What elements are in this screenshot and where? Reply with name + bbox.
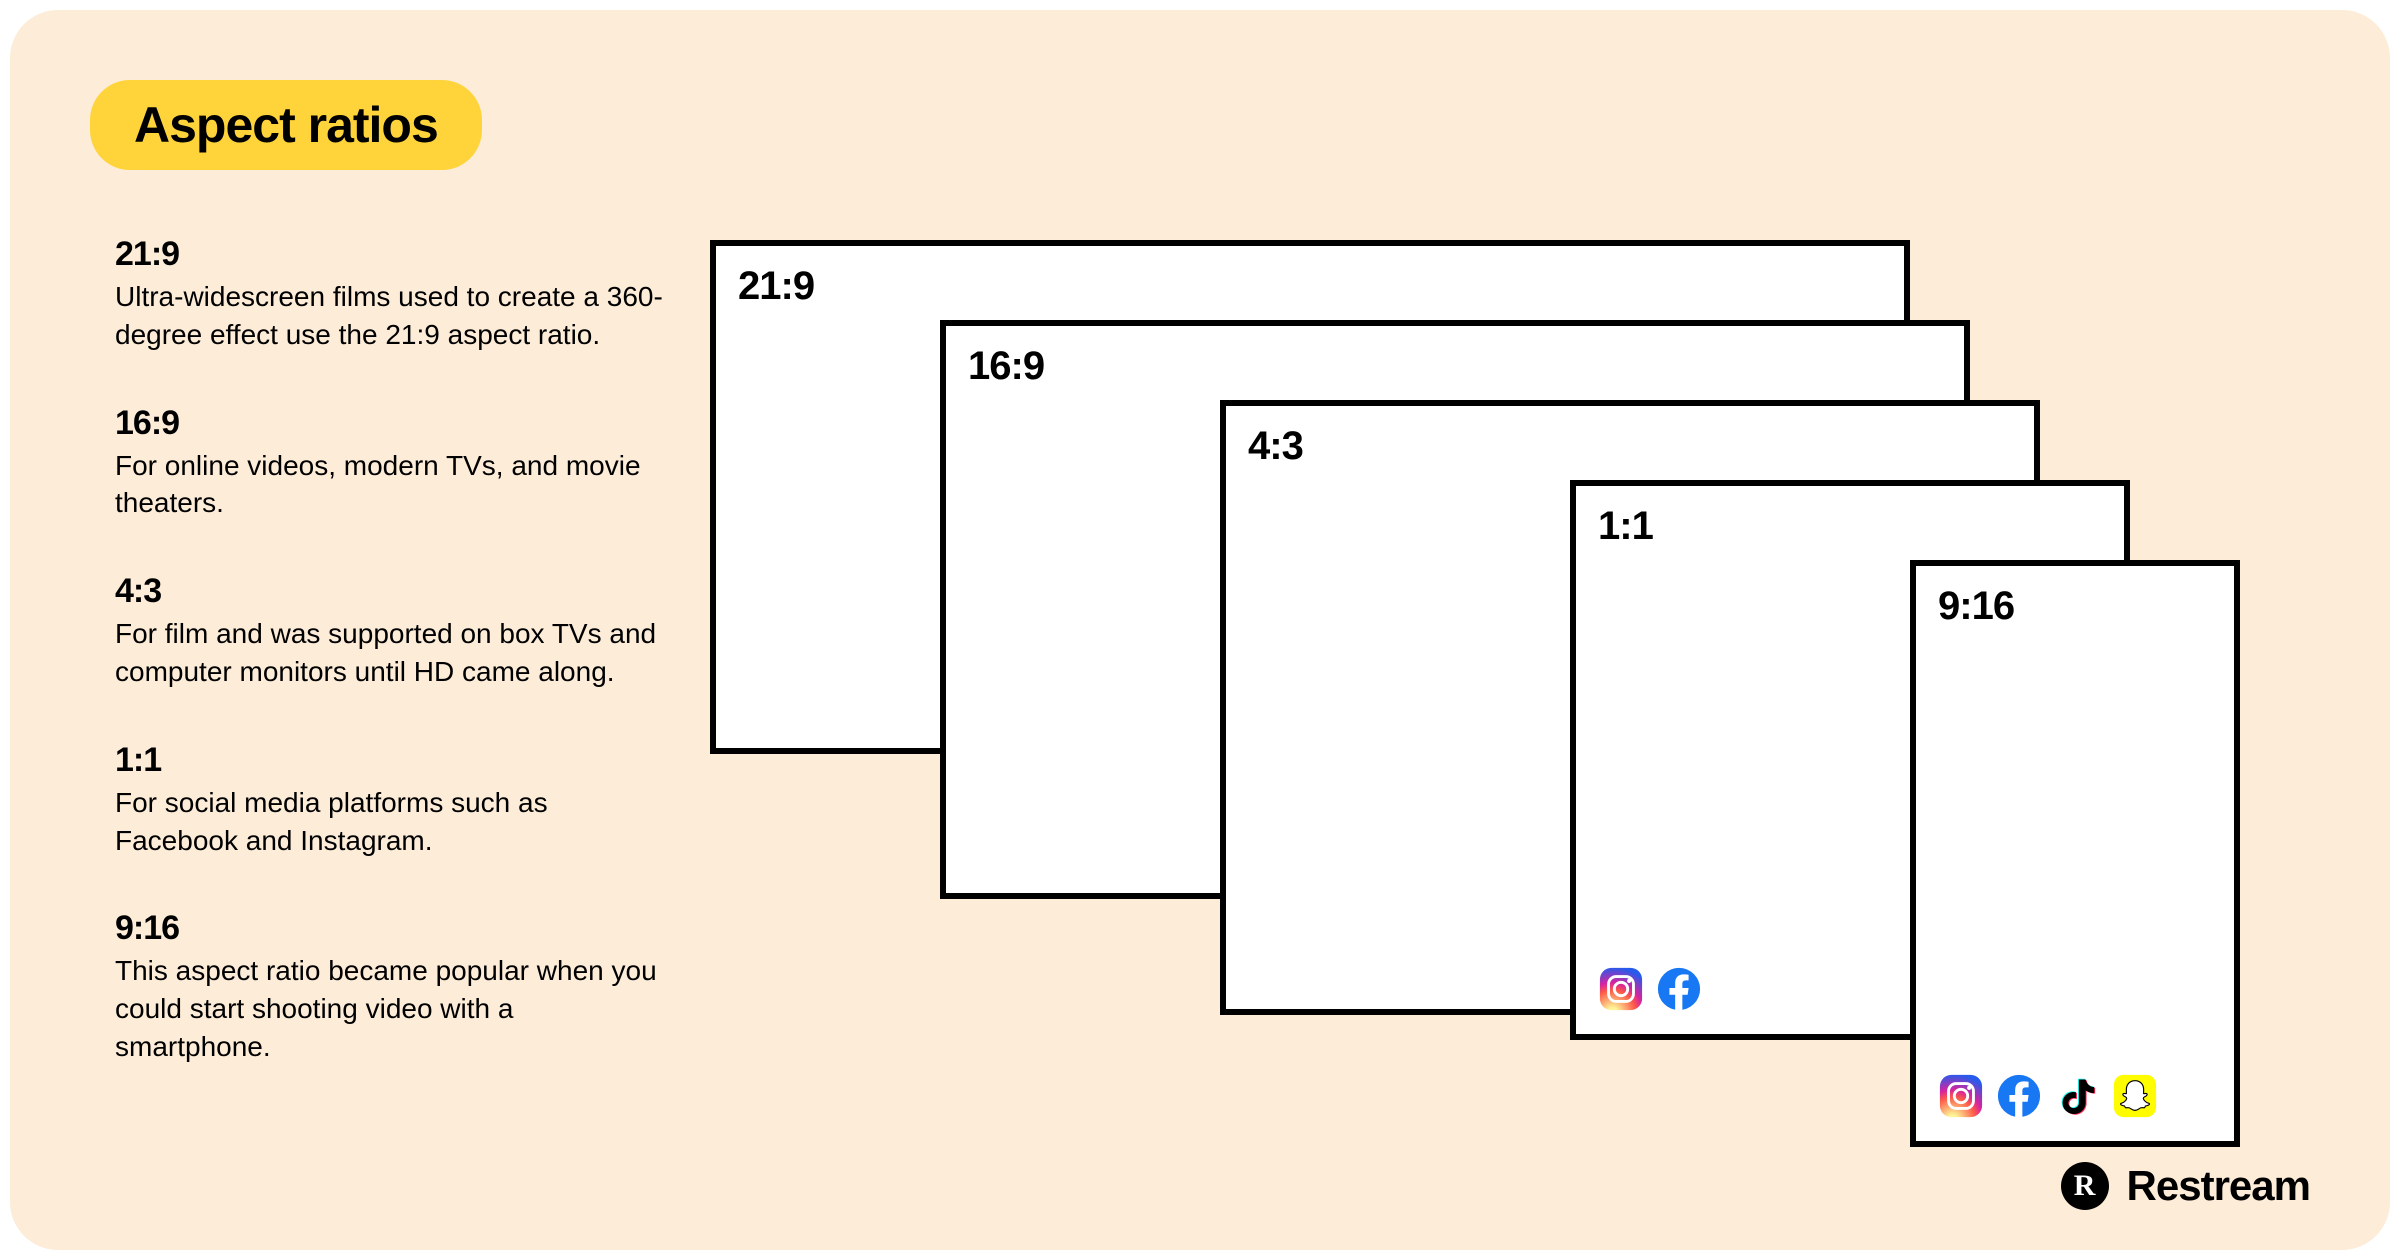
brand-badge-icon: R [2061,1162,2109,1210]
icon-row-9-16 [1938,1073,2158,1119]
desc-heading: 9:16 [115,909,675,948]
ratio-label: 1:1 [1598,504,1653,549]
ratio-box-9-16: 9:16 [1910,560,2240,1147]
facebook-icon [1996,1073,2042,1119]
tiktok-icon [2054,1073,2100,1119]
desc-body: For film and was supported on box TVs an… [115,615,675,691]
page-title: Aspect ratios [90,80,482,170]
desc-heading: 4:3 [115,572,675,611]
snapchat-icon [2112,1073,2158,1119]
desc-4-3: 4:3 For film and was supported on box TV… [115,572,675,691]
desc-body: This aspect ratio became popular when yo… [115,952,675,1065]
desc-heading: 1:1 [115,741,675,780]
desc-16-9: 16:9 For online videos, modern TVs, and … [115,404,675,523]
facebook-icon [1656,966,1702,1012]
ratio-boxes-stage: 21:9 16:9 4:3 1:1 9:16 [710,240,2310,1140]
desc-9-16: 9:16 This aspect ratio became popular wh… [115,909,675,1065]
desc-heading: 16:9 [115,404,675,443]
brand-logo: R Restream [2061,1162,2310,1210]
desc-body: For social media platforms such as Faceb… [115,784,675,860]
diagram-canvas: Aspect ratios 21:9 Ultra-widescreen film… [10,10,2390,1250]
desc-1-1: 1:1 For social media platforms such as F… [115,741,675,860]
ratio-label: 16:9 [968,344,1044,389]
ratio-label: 21:9 [738,264,814,309]
ratio-label: 9:16 [1938,584,2014,629]
ratio-label: 4:3 [1248,424,1303,469]
desc-body: Ultra-widescreen films used to create a … [115,278,675,354]
desc-body: For online videos, modern TVs, and movie… [115,447,675,523]
instagram-icon [1938,1073,1984,1119]
descriptions-column: 21:9 Ultra-widescreen films used to crea… [115,235,675,1116]
desc-21-9: 21:9 Ultra-widescreen films used to crea… [115,235,675,354]
icon-row-1-1 [1598,966,1702,1012]
desc-heading: 21:9 [115,235,675,274]
instagram-icon [1598,966,1644,1012]
brand-text: Restream [2127,1162,2310,1210]
